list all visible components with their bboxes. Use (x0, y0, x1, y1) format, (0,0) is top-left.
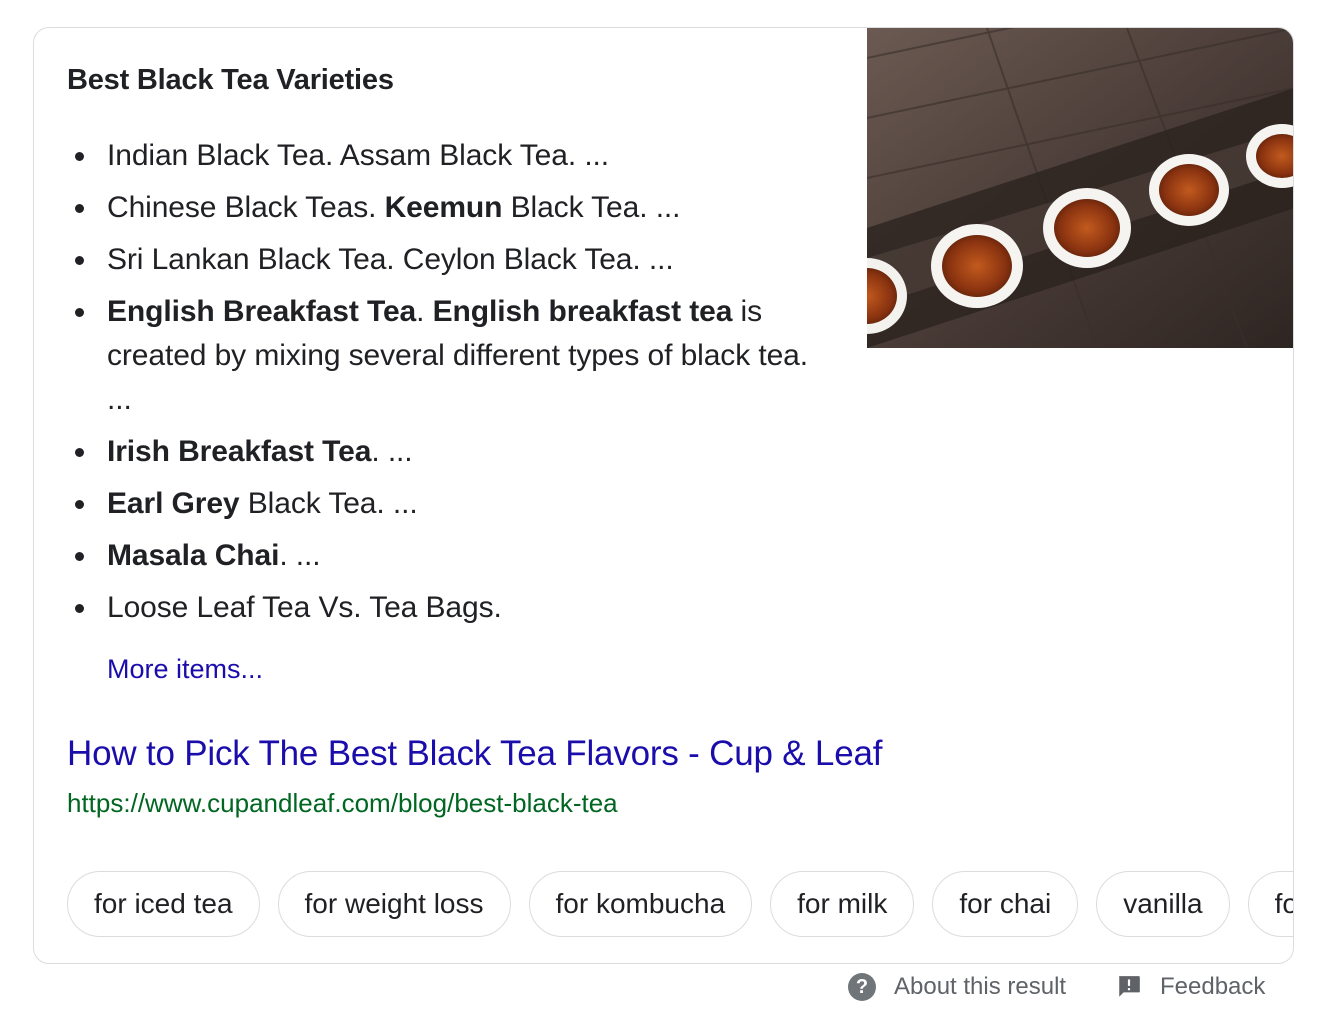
result-url: https://www.cupandleaf.com/blog/best-bla… (67, 788, 618, 818)
about-this-result-button[interactable]: ? About this result (848, 973, 1066, 1001)
feedback-button[interactable]: Feedback (1116, 973, 1265, 1001)
bold-text: English Breakfast Tea (107, 295, 417, 328)
featured-snippet-card: Best Black Tea Varieties Indian Black Te… (33, 27, 1294, 964)
bullet-icon (75, 204, 84, 213)
snippet-list-item: Masala Chai. ... (75, 534, 837, 578)
refinement-chip[interactable]: for (1247, 871, 1293, 937)
item-text: . ... (371, 435, 413, 468)
bullet-icon (75, 152, 84, 161)
feedback-label: Feedback (1160, 973, 1266, 1000)
item-text: Indian Black Tea. Assam Black Tea. ... (107, 139, 610, 172)
about-this-result-label: About this result (894, 973, 1067, 1000)
snippet-list-item: Chinese Black Teas. Keemun Black Tea. ..… (75, 186, 837, 230)
refinement-chip[interactable]: for chai (932, 871, 1079, 937)
item-text: Sri Lankan Black Tea. Ceylon Black Tea. … (107, 243, 674, 276)
snippet-list-item: Sri Lankan Black Tea. Ceylon Black Tea. … (75, 238, 837, 282)
refinement-chip[interactable]: for iced tea (67, 871, 260, 937)
bullet-icon (75, 552, 84, 561)
bold-text: Keemun (384, 191, 503, 224)
refinement-chips: for iced tea for weight loss for kombucha f… (67, 871, 1293, 939)
feedback-icon (1119, 976, 1140, 997)
bullet-icon (75, 448, 84, 457)
result-title-link[interactable]: How to Pick The Best Black Tea Flavors -… (67, 734, 882, 774)
snippet-list: Indian Black Tea. Assam Black Tea. ... Ch… (75, 134, 837, 638)
snippet-list-item: Irish Breakfast Tea. ... (75, 430, 837, 474)
refinement-chip[interactable]: for weight loss (277, 871, 511, 937)
snippet-heading: Best Black Tea Varieties (67, 64, 394, 96)
bullet-icon (75, 500, 84, 509)
refinement-chip[interactable]: for kombucha (528, 871, 753, 937)
bold-text: English breakfast tea (432, 295, 733, 328)
item-text: Chinese Black Teas. (107, 191, 385, 224)
item-text: . (416, 295, 433, 328)
help-circle-icon: ? (848, 973, 876, 1001)
snippet-list-item: Earl Grey Black Tea. ... (75, 482, 837, 526)
result-footer: ? About this result Feedback (0, 970, 1332, 1010)
refinement-chip[interactable]: vanilla (1096, 871, 1230, 937)
snippet-list-item: Loose Leaf Tea Vs. Tea Bags. (75, 586, 837, 630)
refinement-chip[interactable]: for milk (770, 871, 915, 937)
bold-text: Irish Breakfast Tea (107, 435, 372, 468)
bold-text: Earl Grey (107, 487, 240, 520)
bullet-icon (75, 308, 84, 317)
snippet-list-item: Indian Black Tea. Assam Black Tea. ... (75, 134, 837, 178)
tea-cups-image[interactable] (867, 28, 1293, 348)
bold-text: Masala Chai (107, 539, 280, 572)
item-text: Loose Leaf Tea Vs. Tea Bags. (107, 591, 502, 624)
item-text: . ... (279, 539, 321, 572)
item-text: Black Tea. ... (502, 191, 681, 224)
bullet-icon (75, 604, 84, 613)
bullet-icon (75, 256, 84, 265)
snippet-list-item: English Breakfast Tea. English breakfast… (75, 290, 837, 422)
tea-cups-photo (867, 28, 1293, 348)
item-text: Black Tea. ... (239, 487, 418, 520)
more-items-link[interactable]: More items... (107, 654, 263, 685)
